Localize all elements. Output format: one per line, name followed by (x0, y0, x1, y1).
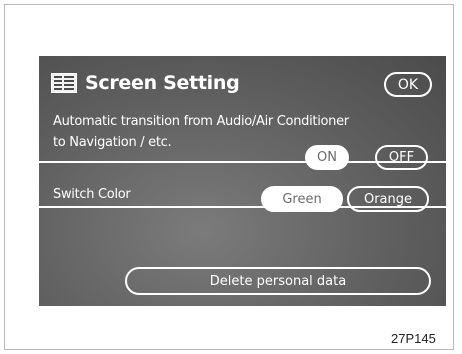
transition-off-button[interactable]: OFF (375, 145, 428, 170)
description-line-1: Automatic transition from Audio/Air Cond… (53, 114, 349, 129)
screen-settings-icon (51, 73, 77, 93)
color-green-button[interactable]: Green (261, 186, 343, 212)
ok-button[interactable]: OK (384, 72, 432, 97)
switch-color-label: Switch Color (53, 187, 131, 202)
delete-personal-data-button[interactable]: Delete personal data (125, 267, 431, 295)
color-orange-button[interactable]: Orange (347, 186, 429, 212)
figure-frame: Screen Setting OK Automatic transition f… (4, 4, 454, 350)
transition-description: Automatic transition from Audio/Air Cond… (53, 111, 349, 153)
figure-caption: 27P145 (391, 331, 436, 346)
title-bar: Screen Setting (51, 70, 240, 96)
page-title: Screen Setting (85, 72, 240, 94)
transition-on-button[interactable]: ON (305, 145, 349, 170)
description-line-2: to Navigation / etc. (53, 135, 172, 150)
screen-setting-panel: Screen Setting OK Automatic transition f… (39, 56, 446, 306)
